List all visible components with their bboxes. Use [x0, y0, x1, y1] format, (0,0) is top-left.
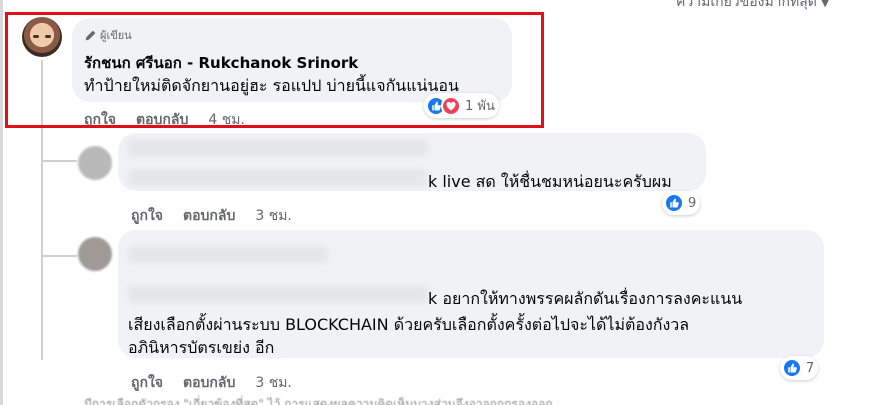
like-button[interactable]: ถูกใจ	[131, 205, 163, 227]
thread-line-branch	[41, 160, 77, 162]
filter-notice: มีการเลือกตัวกรอง "เกี่ยวข้องที่สุด" ไว้…	[84, 397, 553, 405]
reply-text-line-1: k อยากให้ทางพรรคผลักดันเรื่องการลงคะแนน	[428, 289, 743, 308]
sort-label: ความเกี่ยวข้องมากที่สุด	[676, 0, 817, 10]
reply-actions: ถูกใจ ตอบกลับ 3 ชม.	[131, 372, 292, 394]
reply-button[interactable]: ตอบกลับ	[183, 372, 235, 394]
page-edge-divider	[0, 0, 3, 405]
reply-avatar[interactable]	[78, 146, 112, 180]
like-button[interactable]: ถูกใจ	[131, 372, 163, 394]
reply-avatar[interactable]	[78, 237, 112, 271]
comment-timestamp[interactable]: 3 ชม.	[255, 205, 292, 227]
reply-button[interactable]: ตอบกลับ	[183, 205, 235, 227]
like-icon	[664, 193, 684, 213]
redacted-author	[128, 140, 428, 156]
chevron-down-icon: ▼	[820, 0, 830, 9]
reaction-summary[interactable]: 7	[780, 356, 819, 380]
reply-actions: ถูกใจ ตอบกลับ 3 ชม.	[131, 205, 292, 227]
comment-sort-dropdown[interactable]: ความเกี่ยวข้องมากที่สุด ▼	[676, 0, 829, 13]
reaction-count: 9	[688, 195, 697, 211]
comment-timestamp[interactable]: 3 ชม.	[255, 372, 292, 394]
reaction-summary[interactable]: 9	[662, 191, 701, 215]
redacted-text	[128, 170, 428, 186]
reply-text: k live สด ให้ชื่นชมหน่อยนะครับผม	[428, 172, 672, 191]
reply-text-line-2: เสียงเลือกตั้งผ่านระบบ BLOCKCHAIN ด้วยคร…	[128, 315, 690, 334]
reaction-count: 7	[806, 360, 815, 376]
redacted-text	[128, 285, 428, 303]
redacted-author	[128, 246, 328, 262]
highlight-annotation-box	[5, 12, 544, 128]
thread-line-branch	[41, 255, 77, 257]
reply-text-line-3: อภินิหารบัตรเขย่ง อีก	[128, 338, 275, 357]
like-icon	[782, 358, 802, 378]
